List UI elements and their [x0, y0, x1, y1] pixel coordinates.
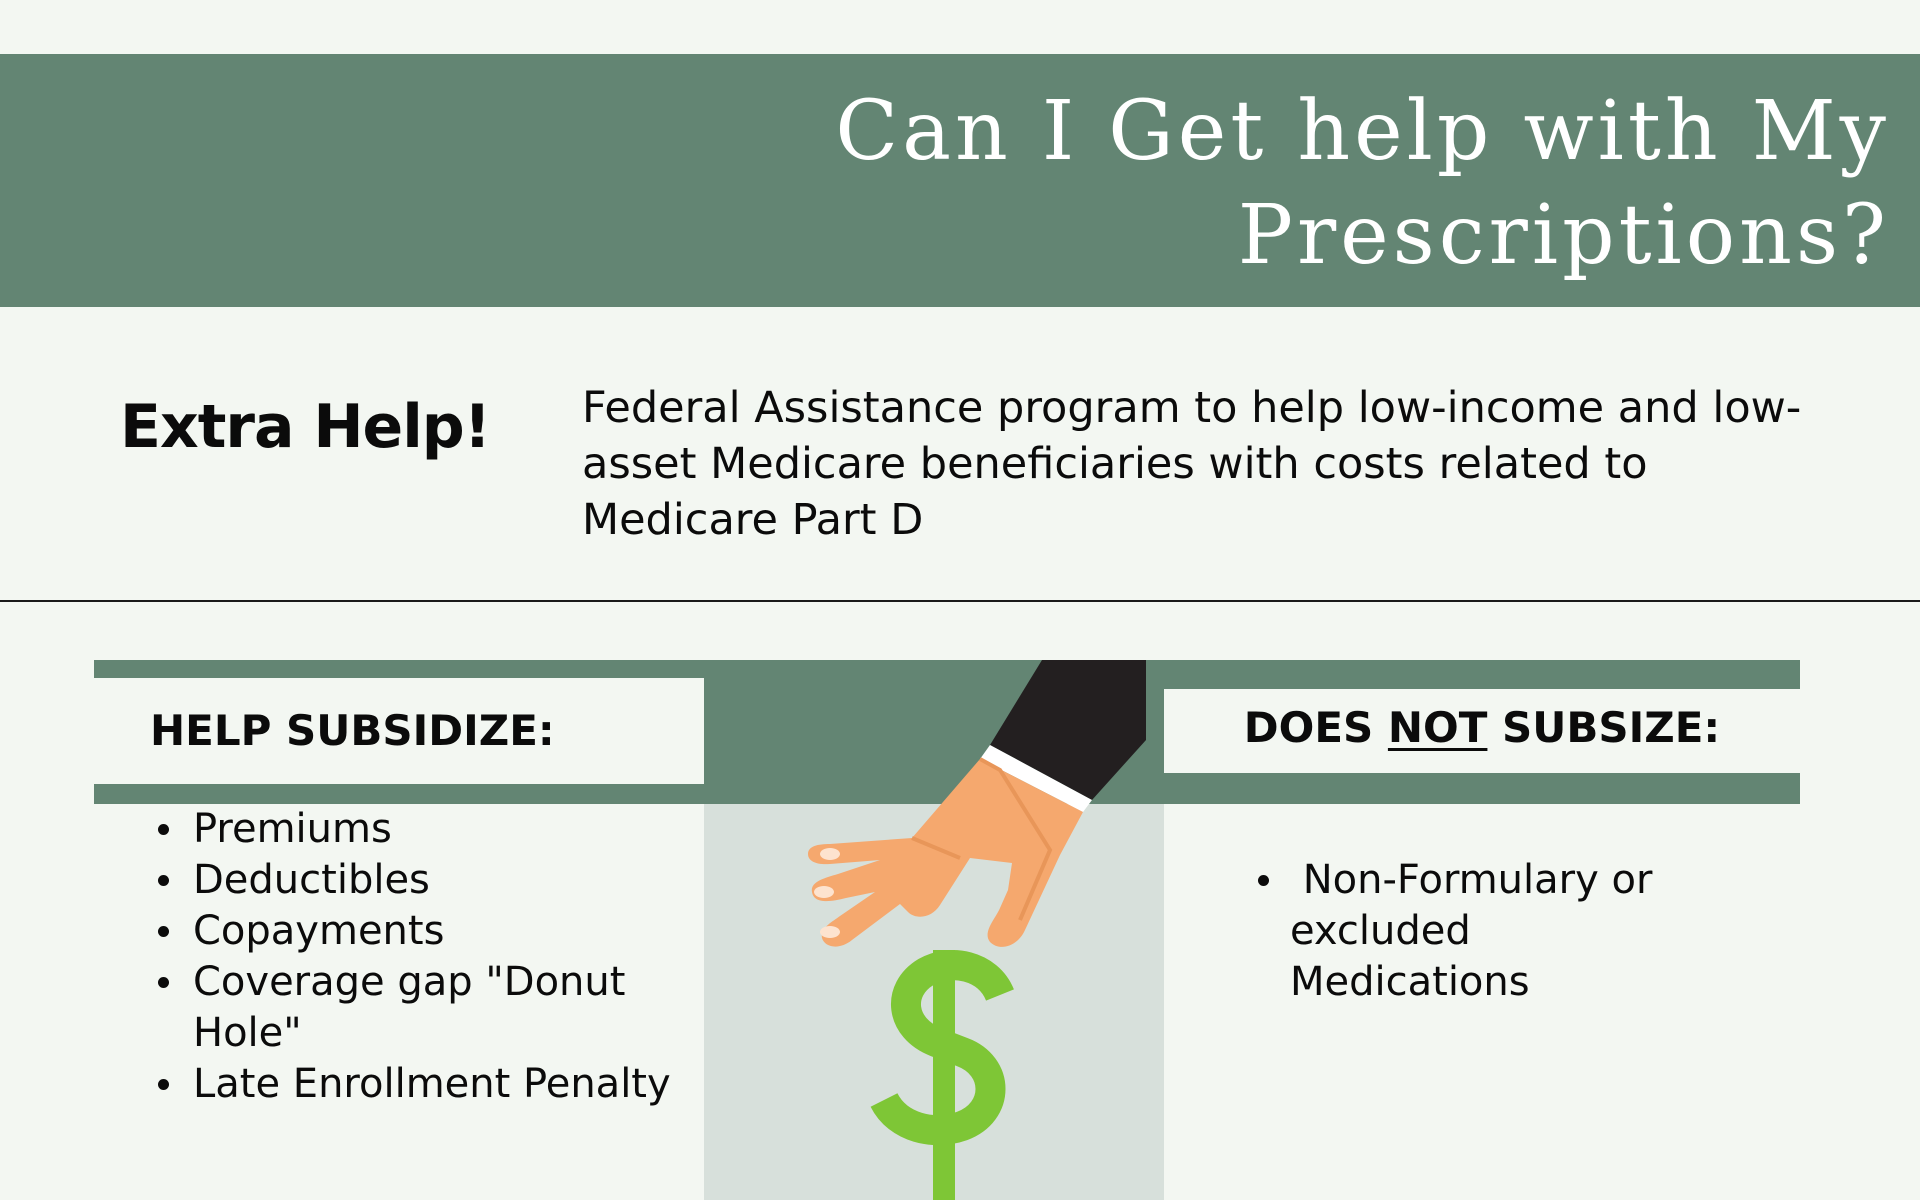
bullet-icon [158, 977, 169, 988]
bullet-icon [1258, 875, 1269, 886]
list-item-text: Non-Formulary or excluded Medications [1290, 857, 1666, 1005]
list-item-text: Premiums [193, 806, 392, 852]
bullet-icon [158, 926, 169, 937]
list-item: Coverage gap "Donut Hole" [120, 957, 680, 1059]
does-not-subsidize-label-box: DOES NOT SUBSIZE: [1164, 689, 1800, 773]
extra-help-description: Federal Assistance program to help low-i… [582, 383, 1802, 545]
extra-help-heading: Extra Help! [120, 392, 491, 462]
list-item: Deductibles [120, 855, 680, 906]
does-not-subsidize-heading: DOES NOT SUBSIZE: [1164, 703, 1800, 752]
dollar-sign-icon [870, 950, 1014, 1200]
list-item: Premiums [120, 804, 680, 855]
does-not-subsidize-list: Non-Formulary or excluded Medications [1216, 855, 1776, 1008]
does-not-prefix: DOES [1243, 703, 1388, 752]
list-item-text: Coverage gap "Donut Hole" [193, 959, 626, 1056]
bullet-icon [158, 824, 169, 835]
page-title: Can I Get help with My Prescriptions? [790, 80, 1890, 288]
list-item: Late Enrollment Penalty [120, 1059, 680, 1110]
list-item-text: Deductibles [193, 857, 430, 903]
bullet-icon [158, 875, 169, 886]
list-item-text: Copayments [193, 908, 445, 954]
page-title-line-2: Prescriptions? [1237, 188, 1890, 283]
bullet-icon [158, 1079, 169, 1090]
page-title-line-1: Can I Get help with My [835, 84, 1890, 179]
does-not-suffix: SUBSIZE: [1487, 703, 1721, 752]
list-item: Copayments [120, 906, 680, 957]
list-item-text: Late Enrollment Penalty [193, 1061, 671, 1107]
help-subsidize-label-box: HELP SUBSIDIZE: [94, 678, 704, 784]
list-item: Non-Formulary or excluded Medications [1216, 855, 1670, 1008]
section-divider [0, 600, 1920, 602]
not-emphasis: NOT [1387, 703, 1488, 752]
help-subsidize-list: Premiums Deductibles Copayments Coverage… [120, 804, 680, 1110]
help-subsidize-heading: HELP SUBSIDIZE: [150, 706, 555, 755]
hand-holding-dollar-icon [808, 660, 1146, 1200]
